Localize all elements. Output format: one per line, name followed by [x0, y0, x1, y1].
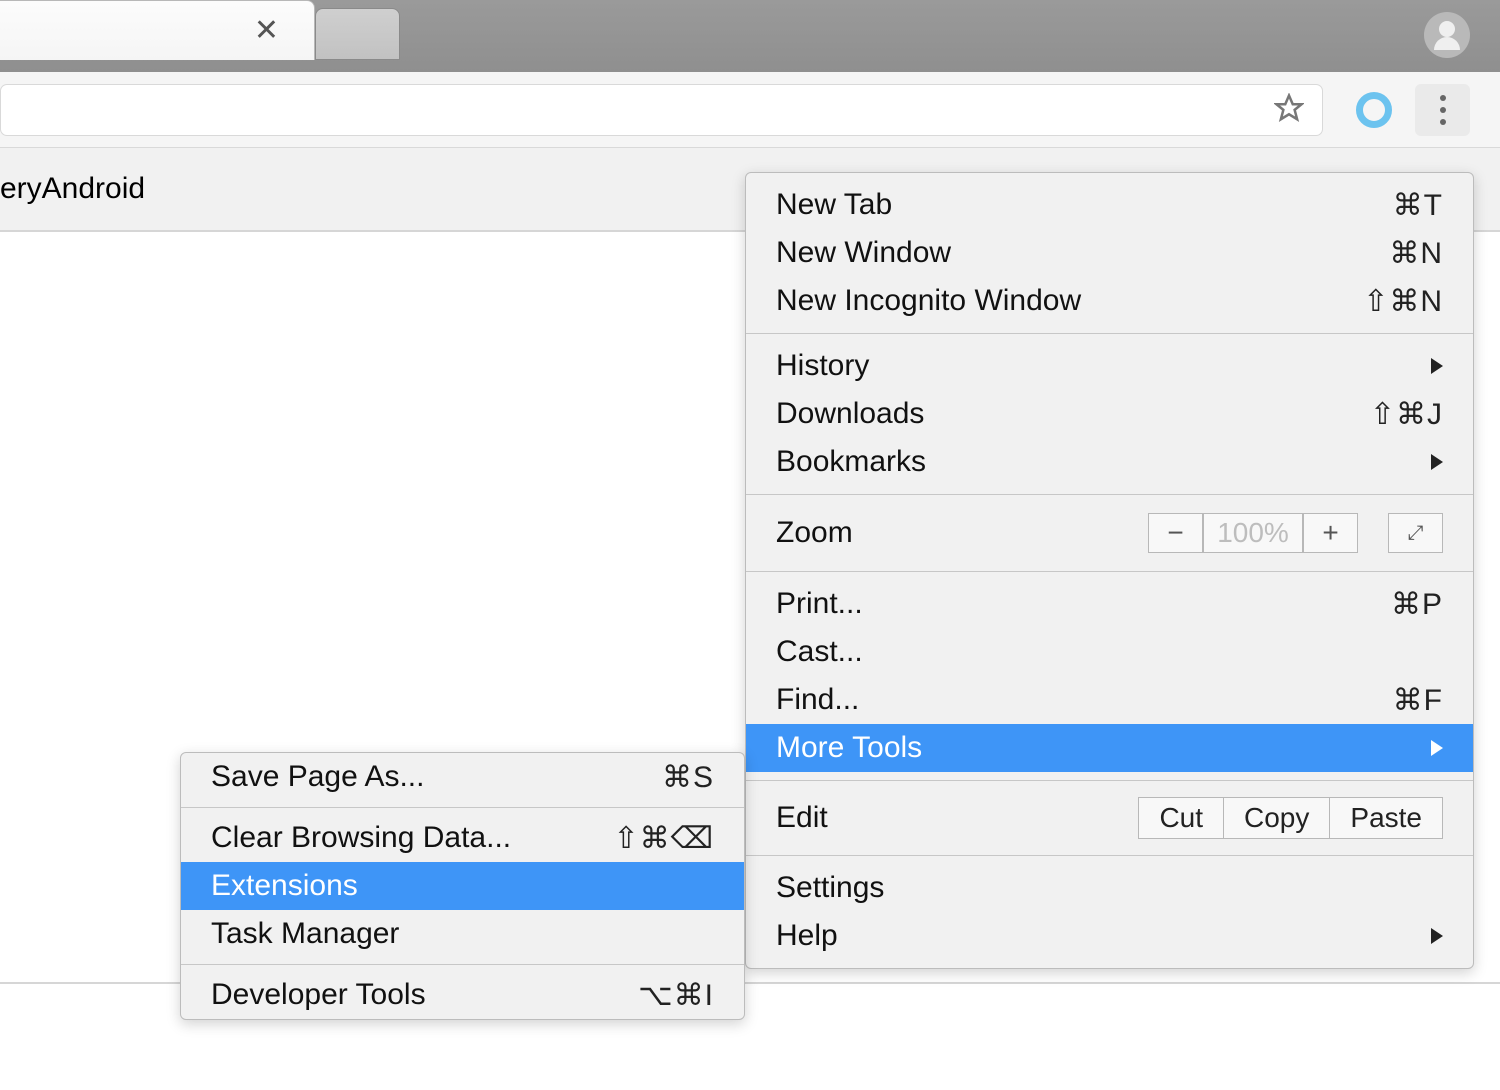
- submenu-item-extensions[interactable]: Extensions: [181, 862, 744, 910]
- menu-item-cast[interactable]: Cast...: [746, 628, 1473, 676]
- menu-item-downloads[interactable]: Downloads ⇧⌘J: [746, 390, 1473, 438]
- extension-circle-icon[interactable]: [1356, 92, 1392, 128]
- chevron-right-icon: [1431, 358, 1443, 374]
- menu-item-new-incognito-window[interactable]: New Incognito Window ⇧⌘N: [746, 277, 1473, 325]
- profile-avatar-icon[interactable]: [1424, 12, 1470, 58]
- menu-item-history[interactable]: History: [746, 342, 1473, 390]
- menu-item-find[interactable]: Find... ⌘F: [746, 676, 1473, 724]
- menu-item-bookmarks[interactable]: Bookmarks: [746, 438, 1473, 486]
- menu-item-print[interactable]: Print... ⌘P: [746, 580, 1473, 628]
- toolbar: [0, 72, 1500, 148]
- tab-strip: ✕: [0, 0, 1500, 72]
- menu-item-new-window[interactable]: New Window ⌘N: [746, 229, 1473, 277]
- more-tools-submenu: Save Page As... ⌘S Clear Browsing Data..…: [180, 752, 745, 1020]
- zoom-value: 100%: [1203, 513, 1303, 553]
- submenu-item-save-page-as[interactable]: Save Page As... ⌘S: [181, 753, 744, 801]
- menu-separator: [181, 964, 744, 965]
- bookmark-star-icon[interactable]: [1274, 93, 1304, 128]
- inactive-tab[interactable]: [315, 8, 400, 60]
- zoom-out-button[interactable]: −: [1148, 513, 1203, 553]
- more-vertical-icon: [1440, 95, 1446, 125]
- menu-separator: [181, 807, 744, 808]
- fullscreen-button[interactable]: ⤢: [1388, 513, 1443, 553]
- chevron-right-icon: [1431, 740, 1443, 756]
- chevron-right-icon: [1431, 454, 1443, 470]
- active-tab[interactable]: ✕: [0, 0, 315, 60]
- submenu-item-task-manager[interactable]: Task Manager: [181, 910, 744, 958]
- close-tab-icon[interactable]: ✕: [254, 13, 279, 48]
- menu-item-more-tools[interactable]: More Tools: [746, 724, 1473, 772]
- menu-item-help[interactable]: Help: [746, 912, 1473, 960]
- submenu-item-developer-tools[interactable]: Developer Tools ⌥⌘I: [181, 971, 744, 1019]
- address-bar[interactable]: [0, 84, 1323, 136]
- zoom-in-button[interactable]: +: [1303, 513, 1358, 553]
- edit-copy-button[interactable]: Copy: [1224, 797, 1330, 839]
- menu-item-new-tab[interactable]: New Tab ⌘T: [746, 181, 1473, 229]
- chrome-menu-button[interactable]: [1415, 84, 1470, 136]
- menu-item-edit: Edit Cut Copy Paste: [746, 789, 1473, 847]
- menu-item-zoom: Zoom − 100% + ⤢: [746, 503, 1473, 563]
- edit-cut-button[interactable]: Cut: [1138, 797, 1224, 839]
- edit-paste-button[interactable]: Paste: [1330, 797, 1443, 839]
- chrome-main-menu: New Tab ⌘T New Window ⌘N New Incognito W…: [745, 172, 1474, 969]
- submenu-item-clear-browsing-data[interactable]: Clear Browsing Data... ⇧⌘⌫: [181, 814, 744, 862]
- page-header-text: eryAndroid: [0, 172, 145, 206]
- menu-item-settings[interactable]: Settings: [746, 864, 1473, 912]
- chevron-right-icon: [1431, 928, 1443, 944]
